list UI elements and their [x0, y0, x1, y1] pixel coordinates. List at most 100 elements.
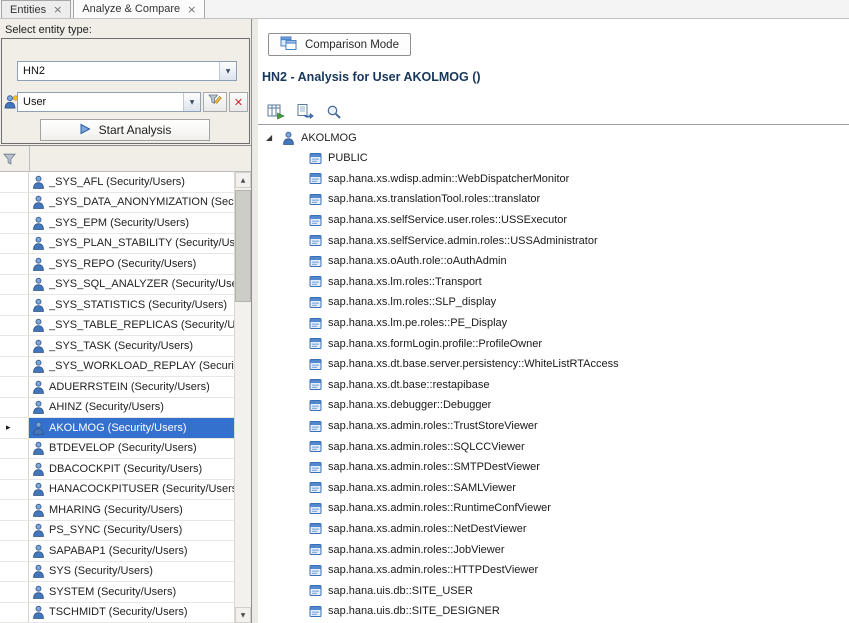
- tree-item-role[interactable]: PUBLIC: [258, 148, 849, 169]
- select-entity-type-label: Select entity type:: [5, 24, 92, 36]
- user-list-panel: _SYS_AFL (Security/Users)_SYS_DATA_ANONY…: [0, 145, 251, 623]
- tree-item-role[interactable]: sap.hana.xs.admin.roles::TrustStoreViewe…: [258, 416, 849, 437]
- role-name: sap.hana.xs.selfService.admin.roles::USS…: [328, 235, 598, 247]
- tree-item-role[interactable]: sap.hana.xs.lm.pe.roles::PE_Display: [258, 313, 849, 334]
- filter-edit-button[interactable]: [203, 92, 227, 112]
- tree-item-role[interactable]: sap.hana.xs.admin.roles::RuntimeConfView…: [258, 498, 849, 519]
- user-icon: [32, 503, 45, 517]
- role-icon: [309, 605, 322, 618]
- user-icon: [32, 277, 45, 291]
- user-icon: [32, 318, 45, 332]
- tree-item-role[interactable]: sap.hana.xs.wdisp.admin::WebDispatcherMo…: [258, 169, 849, 190]
- close-icon[interactable]: ×: [187, 4, 196, 15]
- export-table-button[interactable]: [266, 102, 286, 121]
- tree-root-label: AKOLMOG: [301, 132, 357, 144]
- user-list-item[interactable]: PS_SYNC (Security/Users): [0, 521, 234, 542]
- role-tree-children: PUBLICsap.hana.xs.wdisp.admin::WebDispat…: [258, 148, 849, 622]
- tree-item-role[interactable]: sap.hana.xs.translationTool.roles::trans…: [258, 189, 849, 210]
- tree-item-role[interactable]: sap.hana.xs.dt.base.server.persistency::…: [258, 354, 849, 375]
- tab-analyze-compare[interactable]: Analyze & Compare ×: [73, 0, 205, 18]
- system-combo-value: HN2: [18, 62, 219, 80]
- user-list-item[interactable]: SYS (Security/Users): [0, 562, 234, 583]
- user-list-item[interactable]: SYSTEM (Security/Users): [0, 582, 234, 603]
- comparison-mode-button[interactable]: Comparison Mode: [268, 33, 411, 56]
- role-icon: [309, 461, 322, 474]
- user-list-item[interactable]: _SYS_WORKLOAD_REPLAY (Security/Users): [0, 357, 234, 378]
- tree-item-role[interactable]: sap.hana.xs.debugger::Debugger: [258, 395, 849, 416]
- close-icon[interactable]: ×: [53, 4, 62, 15]
- zoom-icon[interactable]: [324, 102, 344, 121]
- role-name: sap.hana.xs.dt.base::restapibase: [328, 379, 489, 391]
- user-name: AKOLMOG (Security/Users): [49, 422, 187, 434]
- clear-filter-button[interactable]: ✕: [229, 92, 248, 112]
- role-icon: [309, 358, 322, 371]
- user-icon: [32, 216, 45, 230]
- tree-root-item[interactable]: ◢ AKOLMOG: [258, 127, 849, 148]
- tree-item-role[interactable]: sap.hana.xs.admin.roles::SQLCCViewer: [258, 436, 849, 457]
- tree-item-role[interactable]: sap.hana.xs.admin.roles::HTTPDestViewer: [258, 560, 849, 581]
- user-list-item[interactable]: BTDEVELOP (Security/Users): [0, 439, 234, 460]
- user-list-item[interactable]: _SYS_DATA_ANONYMIZATION (Security/Users): [0, 193, 234, 214]
- user-list-item[interactable]: _SYS_PLAN_STABILITY (Security/Users): [0, 234, 234, 255]
- chevron-down-icon[interactable]: ▼: [183, 93, 200, 111]
- clear-filter-icon: ✕: [234, 96, 243, 109]
- row-selection-marker: [0, 541, 29, 561]
- entity-combo[interactable]: User ▼: [17, 92, 201, 112]
- user-list-item[interactable]: TSCHMIDT (Security/Users): [0, 603, 234, 623]
- tree-expander-icon[interactable]: ◢: [266, 133, 276, 142]
- user-list-item[interactable]: ADUERRSTEIN (Security/Users): [0, 377, 234, 398]
- tree-item-role[interactable]: sap.hana.xs.lm.roles::Transport: [258, 272, 849, 293]
- role-name: sap.hana.xs.lm.roles::SLP_display: [328, 296, 496, 308]
- user-list-item[interactable]: _SYS_EPM (Security/Users): [0, 213, 234, 234]
- role-icon: [309, 420, 322, 433]
- start-analysis-button[interactable]: Start Analysis: [40, 119, 210, 141]
- chevron-down-icon[interactable]: ▼: [219, 62, 236, 80]
- user-list-item[interactable]: DBACOCKPIT (Security/Users): [0, 459, 234, 480]
- user-list-item[interactable]: SAPABAP1 (Security/Users): [0, 541, 234, 562]
- system-combo[interactable]: HN2 ▼: [17, 61, 237, 81]
- user-list-item[interactable]: AHINZ (Security/Users): [0, 398, 234, 419]
- user-list-item[interactable]: _SYS_TABLE_REPLICAS (Security/Users): [0, 316, 234, 337]
- user-list-item[interactable]: _SYS_REPO (Security/Users): [0, 254, 234, 275]
- user-list-item[interactable]: _SYS_SQL_ANALYZER (Security/Users): [0, 275, 234, 296]
- user-list-item[interactable]: ▸ AKOLMOG (Security/Users): [0, 418, 234, 439]
- tree-item-role[interactable]: sap.hana.xs.oAuth.role::oAuthAdmin: [258, 251, 849, 272]
- vertical-scrollbar[interactable]: ▲ ▼: [234, 172, 251, 623]
- column-divider: [29, 146, 30, 171]
- user-icon: [32, 236, 45, 250]
- role-icon: [309, 522, 322, 535]
- user-list-item[interactable]: _SYS_TASK (Security/Users): [0, 336, 234, 357]
- user-name: SAPABAP1 (Security/Users): [49, 545, 188, 557]
- tree-item-role[interactable]: sap.hana.xs.lm.roles::SLP_display: [258, 292, 849, 313]
- tree-item-role[interactable]: sap.hana.xs.admin.roles::NetDestViewer: [258, 519, 849, 540]
- tab-entities[interactable]: Entities ×: [1, 0, 71, 18]
- scroll-down-icon[interactable]: ▼: [235, 607, 251, 623]
- user-list-item[interactable]: MHARING (Security/Users): [0, 500, 234, 521]
- row-selection-marker: [0, 521, 29, 541]
- tree-item-role[interactable]: sap.hana.xs.admin.roles::SAMLViewer: [258, 478, 849, 499]
- tree-item-role[interactable]: sap.hana.uis.db::SITE_DESIGNER: [258, 601, 849, 622]
- user-name: AHINZ (Security/Users): [49, 401, 164, 413]
- row-selection-marker: [0, 500, 29, 520]
- filter-funnel-icon[interactable]: [3, 153, 16, 166]
- tree-item-role[interactable]: sap.hana.xs.formLogin.profile::ProfileOw…: [258, 333, 849, 354]
- user-list-item[interactable]: _SYS_AFL (Security/Users): [0, 172, 234, 193]
- scroll-up-icon[interactable]: ▲: [235, 172, 251, 188]
- row-selection-marker: ▸: [0, 418, 29, 438]
- export-file-button[interactable]: [295, 102, 315, 121]
- row-selection-marker: [0, 193, 29, 213]
- role-icon: [309, 502, 322, 515]
- user-list-item[interactable]: _SYS_STATISTICS (Security/Users): [0, 295, 234, 316]
- scrollbar-thumb[interactable]: [235, 190, 251, 302]
- analysis-panel: Comparison Mode HN2 - Analysis for User …: [258, 19, 849, 623]
- tree-item-role[interactable]: sap.hana.xs.admin.roles::JobViewer: [258, 539, 849, 560]
- tree-item-role[interactable]: sap.hana.xs.admin.roles::SMTPDestViewer: [258, 457, 849, 478]
- user-name: _SYS_PLAN_STABILITY (Security/Users): [49, 237, 234, 249]
- tree-item-role[interactable]: sap.hana.xs.selfService.admin.roles::USS…: [258, 230, 849, 251]
- tree-item-role[interactable]: sap.hana.xs.selfService.user.roles::USSE…: [258, 210, 849, 231]
- user-name: _SYS_TABLE_REPLICAS (Security/Users): [49, 319, 234, 331]
- tree-item-role[interactable]: sap.hana.xs.dt.base::restapibase: [258, 375, 849, 396]
- tree-item-role[interactable]: sap.hana.uis.db::SITE_USER: [258, 580, 849, 601]
- user-list-item[interactable]: HANACOCKPITUSER (Security/Users): [0, 480, 234, 501]
- role-icon: [309, 234, 322, 247]
